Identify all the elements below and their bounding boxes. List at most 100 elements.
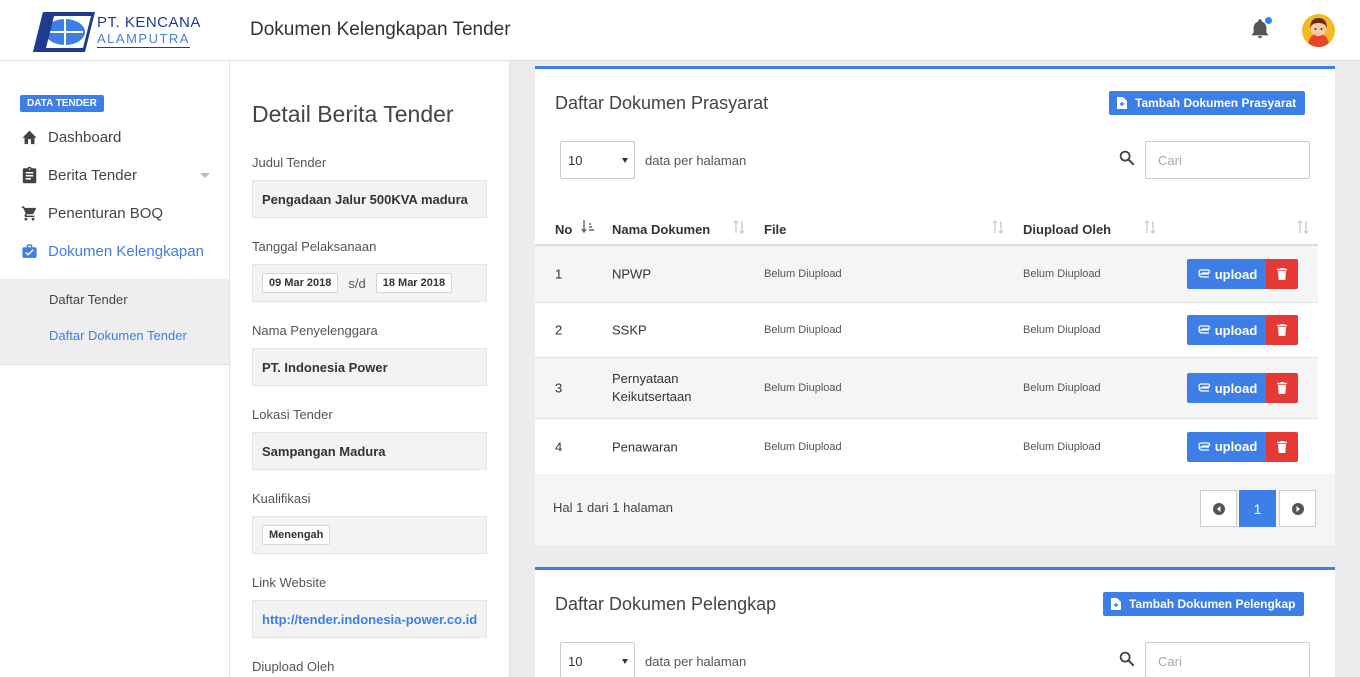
logo-text-line1: PT. KENCANA	[97, 14, 201, 31]
page-size-value: 10	[568, 653, 583, 669]
sort-icon[interactable]	[991, 219, 1005, 235]
search-icon	[1119, 651, 1135, 667]
per-page-label: data per halaman	[645, 153, 747, 168]
top-bar: PT. KENCANA ALAMPUTRA Dokumen Kelengkapa…	[0, 0, 1360, 61]
sidebar-item-label: Penenturan BOQ	[48, 204, 164, 222]
row-nama: Pernyataan Keikutsertaan	[612, 371, 692, 404]
paperclip-icon	[1198, 383, 1210, 392]
company-logo[interactable]: PT. KENCANA ALAMPUTRA	[33, 10, 203, 56]
date-start-chip: 09 Mar 2018	[262, 273, 339, 293]
subnav-item-daftar-tender[interactable]: Daftar Tender	[49, 292, 128, 307]
upload-button[interactable]: upload	[1187, 431, 1267, 462]
field-value-penyelenggara: PT. Indonesia Power	[252, 348, 487, 386]
field-value-kualifikasi: Menengah	[252, 516, 487, 554]
website-link[interactable]: http://tender.indonesia-power.co.id	[252, 600, 487, 638]
kualifikasi-chip: Menengah	[262, 525, 331, 545]
field-label-link: Link Website	[252, 575, 327, 590]
logo-emblem-icon	[33, 12, 95, 52]
sidebar: DATA TENDER Dashboard Berita Tender Pene…	[0, 61, 230, 677]
sort-asc-icon[interactable]	[581, 219, 595, 235]
add-prasyarat-label: Tambah Dokumen Prasyarat	[1135, 96, 1297, 110]
sidebar-item-dashboard[interactable]: Dashboard	[20, 125, 215, 149]
page-size-select[interactable]: 10	[560, 141, 635, 179]
upload-label: upload	[1214, 380, 1258, 396]
chevron-down-icon	[622, 158, 628, 163]
trash-icon	[1277, 324, 1287, 336]
date-end-chip: 18 Mar 2018	[375, 273, 453, 293]
detail-title: Detail Berita Tender	[252, 101, 454, 127]
column-header-file[interactable]: File	[764, 219, 786, 239]
column-header-no[interactable]: No	[555, 219, 572, 239]
cart-icon	[20, 204, 38, 222]
sort-icon[interactable]	[732, 219, 746, 235]
detail-panel: Detail Berita Tender Judul Tender Pengad…	[230, 61, 510, 677]
file-add-icon	[1111, 598, 1121, 610]
field-value-lokasi: Sampangan Madura	[252, 432, 487, 470]
delete-button[interactable]	[1266, 431, 1298, 462]
delete-button[interactable]	[1266, 315, 1298, 345]
field-label-kualifikasi: Kualifikasi	[252, 491, 311, 506]
delete-button[interactable]	[1266, 373, 1298, 403]
upload-button[interactable]: upload	[1187, 315, 1267, 345]
date-separator: s/d	[348, 275, 366, 291]
row-oleh: Belum Diupload	[1023, 324, 1101, 336]
row-nama: NPWP	[612, 266, 651, 282]
trash-icon	[1277, 440, 1287, 453]
file-add-icon	[1117, 97, 1127, 109]
subnav-item-daftar-dokumen-tender[interactable]: Daftar Dokumen Tender	[49, 328, 187, 343]
row-file: Belum Diupload	[764, 440, 842, 453]
sidebar-item-label: Dokumen Kelengkapan	[48, 242, 204, 260]
field-label-penyelenggara: Nama Penyelenggara	[252, 323, 378, 338]
page-number-button[interactable]: 1	[1239, 490, 1276, 527]
briefcase-check-icon	[20, 242, 38, 260]
upload-button[interactable]: upload	[1187, 259, 1267, 289]
field-value-judul: Pengadaan Jalur 500KVA madura	[252, 180, 487, 218]
delete-button[interactable]	[1266, 259, 1298, 289]
search-icon	[1119, 150, 1135, 166]
column-header-oleh[interactable]: Diupload Oleh	[1023, 219, 1111, 239]
avatar-face-icon	[1308, 18, 1329, 47]
field-label-tanggal: Tanggal Pelaksanaan	[252, 239, 377, 254]
field-label-judul: Judul Tender	[252, 155, 327, 170]
search-input[interactable]	[1145, 642, 1310, 677]
sort-icon[interactable]	[1143, 219, 1157, 235]
row-no: 2	[555, 322, 563, 338]
row-oleh: Belum Diupload	[1023, 440, 1101, 453]
prev-page-button[interactable]	[1200, 490, 1237, 527]
sidebar-item-label: Berita Tender	[48, 166, 137, 184]
sort-icon[interactable]	[1296, 219, 1310, 235]
per-page-label: data per halaman	[645, 654, 747, 669]
next-page-button[interactable]	[1279, 490, 1316, 527]
upload-button[interactable]: upload	[1187, 373, 1267, 403]
field-label-diupload: Diupload Oleh	[252, 659, 335, 674]
sidebar-item-berita-tender[interactable]: Berita Tender	[20, 163, 215, 187]
row-file: Belum Diupload	[764, 268, 842, 280]
search-input[interactable]	[1145, 141, 1310, 179]
table-row: 1 NPWP Belum Diupload Belum Diupload upl…	[535, 246, 1318, 303]
home-icon	[20, 128, 38, 146]
clipboard-icon	[20, 166, 38, 184]
logo-text-line2: ALAMPUTRA	[97, 31, 190, 48]
sidebar-section-label: DATA TENDER	[20, 95, 104, 112]
notification-badge	[1265, 17, 1272, 24]
page-size-select[interactable]: 10	[560, 642, 635, 677]
field-value-tanggal: 09 Mar 2018 s/d 18 Mar 2018	[252, 264, 487, 302]
row-file: Belum Diupload	[764, 382, 842, 394]
table-row: 2 SSKP Belum Diupload Belum Diupload upl…	[535, 303, 1318, 358]
paperclip-icon	[1198, 269, 1210, 278]
column-header-nama[interactable]: Nama Dokumen	[612, 219, 710, 239]
prasyarat-title: Daftar Dokumen Prasyarat	[555, 93, 769, 113]
table-row: 3 Pernyataan Keikutsertaan Belum Diuploa…	[535, 358, 1318, 419]
sidebar-item-dokumen-kelengkapan[interactable]: Dokumen Kelengkapan	[20, 239, 215, 263]
chevron-left-icon	[1212, 502, 1225, 515]
row-no: 3	[555, 380, 563, 396]
sidebar-item-penenturan-boq[interactable]: Penenturan BOQ	[20, 201, 215, 225]
upload-label: upload	[1214, 439, 1258, 454]
row-oleh: Belum Diupload	[1023, 382, 1101, 394]
row-nama: Penawaran	[612, 439, 678, 454]
add-pelengkap-button[interactable]: Tambah Dokumen Pelengkap	[1103, 592, 1305, 616]
trash-icon	[1277, 382, 1287, 394]
upload-label: upload	[1214, 266, 1258, 282]
user-avatar[interactable]	[1302, 14, 1335, 47]
add-prasyarat-button[interactable]: Tambah Dokumen Prasyarat	[1109, 91, 1306, 115]
